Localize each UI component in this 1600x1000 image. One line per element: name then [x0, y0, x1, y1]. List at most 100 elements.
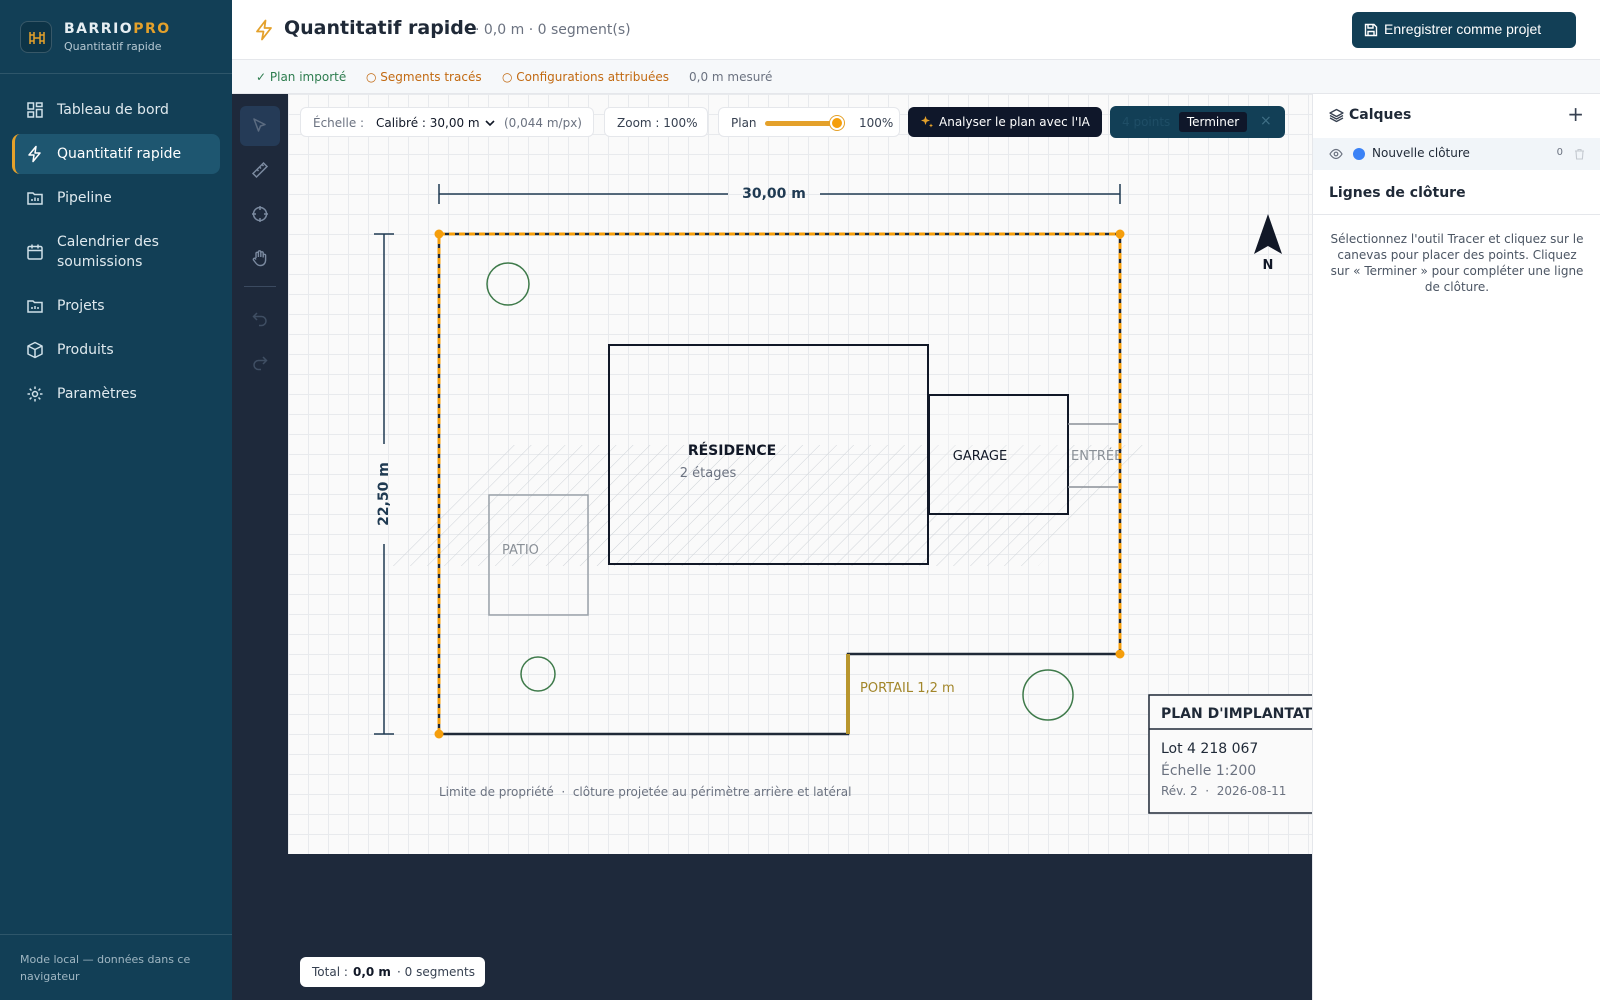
- layer-count: 0: [1556, 147, 1563, 158]
- title-block-title: PLAN D'IMPLANTATION: [1161, 706, 1312, 722]
- box-icon: [27, 341, 43, 359]
- storage-mode-note: Mode local — données dans ce navigateur: [20, 953, 191, 983]
- layer-color-swatch[interactable]: [1353, 148, 1365, 160]
- vertical-dimension: 22,50 m: [374, 233, 394, 735]
- finish-button[interactable]: Terminer: [1179, 112, 1247, 132]
- title-block: PLAN D'IMPLANTATION Lot 4 218 067 Échell…: [1148, 694, 1312, 814]
- brand-subtitle: Quantitatif rapide: [64, 40, 162, 53]
- gear-icon: [27, 386, 43, 402]
- sidebar-item-parametres[interactable]: Paramètres: [12, 374, 220, 414]
- layers-title: Calques: [1349, 107, 1412, 123]
- sidebar-item-quantitatif[interactable]: Quantitatif rapide: [12, 134, 220, 174]
- tree-icon: [486, 262, 530, 306]
- undo-button[interactable]: [240, 298, 280, 338]
- brand-name: BARRIOPRO: [64, 21, 171, 37]
- layer-name: Nouvelle clôture: [1372, 146, 1470, 160]
- divider: [1313, 214, 1600, 215]
- add-layer-button[interactable]: +: [1567, 102, 1584, 126]
- north-arrow-icon: N: [1254, 214, 1282, 273]
- tree-icon: [1022, 669, 1074, 721]
- sidebar-item-label: Pipeline: [57, 190, 112, 206]
- residence-label: RÉSIDENCE: [688, 442, 776, 459]
- plan-opacity-slider[interactable]: [765, 121, 837, 126]
- chevron-down-icon: [485, 120, 495, 127]
- sidebar-item-label: Paramètres: [57, 386, 137, 402]
- scale-select[interactable]: Calibré : 30,00 m: [376, 116, 480, 130]
- sidebar-item-pipeline[interactable]: Pipeline: [12, 178, 220, 218]
- save-button-label: Enregistrer comme projet: [1384, 21, 1542, 37]
- sparkles-icon: [921, 116, 933, 128]
- garage-label: GARAGE: [953, 449, 1007, 464]
- redo-icon: [253, 356, 268, 371]
- cursor-icon: [253, 118, 266, 132]
- bolt-icon: [256, 19, 272, 41]
- brand: BARRIOPRO Quantitatif rapide: [0, 0, 232, 74]
- analyze-ai-button[interactable]: Analyser le plan avec l'IA: [908, 107, 1102, 137]
- scale-ratio: (0,044 m/px): [504, 116, 582, 130]
- fence-point[interactable]: [1115, 229, 1125, 239]
- fence-point[interactable]: [434, 729, 444, 739]
- plan-canvas[interactable]: 30,00 m 22,50 m PATIO RÉSIDENCE 2 étages…: [288, 94, 1312, 854]
- horizontal-dimension-label: 30,00 m: [742, 186, 806, 202]
- plan-legend: Limite de propriété · clôture projetée a…: [439, 785, 851, 799]
- page-summary: · 0,0 m · 0 segment(s): [475, 22, 631, 38]
- pipeline-icon: [27, 192, 43, 205]
- sidebar-item-label: Tableau de bord: [57, 102, 169, 118]
- zoom-indicator[interactable]: Zoom : 100%: [604, 107, 708, 137]
- sidebar-item-produits[interactable]: Produits: [12, 330, 220, 370]
- scale-control[interactable]: Échelle : Calibré : 30,00 m (0,044 m/px): [300, 107, 594, 137]
- total-summary: Total : 0,0 m · 0 segments: [300, 957, 485, 987]
- measure-tool[interactable]: [240, 150, 280, 190]
- scale-label: Échelle :: [313, 116, 365, 130]
- total-label: Total :: [312, 965, 348, 979]
- step-segments-traced: ○ Segments tracés: [366, 70, 482, 84]
- page-header: Quantitatif rapide · 0,0 m · 0 segment(s…: [232, 0, 1600, 60]
- gate-label: PORTAIL 1,2 m: [860, 681, 955, 696]
- pan-tool[interactable]: [240, 238, 280, 278]
- fence-point[interactable]: [1115, 649, 1125, 659]
- sidebar-footer: Mode local — données dans ce navigateur: [0, 934, 232, 1000]
- north-label: N: [1263, 258, 1274, 273]
- select-tool[interactable]: [240, 106, 280, 146]
- total-segments: · 0 segments: [397, 965, 475, 979]
- calibrate-tool[interactable]: [240, 194, 280, 234]
- save-icon: [1364, 23, 1378, 37]
- dashboard-icon: [27, 102, 43, 118]
- eye-icon[interactable]: [1329, 148, 1343, 160]
- drawing-status: 4 points Terminer ×: [1110, 106, 1285, 138]
- residence-floors: 2 étages: [680, 466, 737, 481]
- slider-thumb[interactable]: [830, 116, 844, 130]
- title-block-lot: Lot 4 218 067: [1161, 741, 1258, 757]
- tool-strip: [232, 94, 288, 1000]
- analyze-ai-label: Analyser le plan avec l'IA: [939, 115, 1090, 129]
- total-length: 0,0 m: [353, 965, 391, 979]
- folder-icon: [27, 300, 43, 313]
- progress-steps: ✓ Plan importé ○ Segments tracés ○ Confi…: [232, 60, 1600, 94]
- sidebar-item-calendar[interactable]: Calendrier des soumissions: [12, 222, 220, 282]
- vertical-dimension-label: 22,50 m: [376, 462, 392, 526]
- patio-label: PATIO: [502, 543, 539, 558]
- sidebar: BARRIOPRO Quantitatif rapide Tableau de …: [0, 0, 232, 1000]
- sidebar-item-label: Quantitatif rapide: [57, 146, 182, 162]
- sidebar-item-label: Produits: [57, 342, 114, 358]
- fence-point[interactable]: [434, 229, 444, 239]
- plan-opacity-value: 100%: [859, 116, 894, 130]
- sidebar-item-projets[interactable]: Projets: [12, 286, 220, 326]
- redo-button[interactable]: [240, 342, 280, 382]
- hand-icon: [252, 250, 267, 267]
- fence-lines-help: Sélectionnez l'outil Tracer et cliquez s…: [1330, 232, 1584, 294]
- title-block-rev: Rév. 2 · 2026-08-11: [1161, 784, 1286, 798]
- layer-item[interactable]: Nouvelle clôture 0: [1313, 138, 1600, 170]
- bolt-icon: [28, 145, 41, 163]
- title-block-scale: Échelle 1:200: [1161, 762, 1256, 779]
- fence-lines-title: Lignes de clôture: [1329, 185, 1466, 201]
- crosshair-icon: [252, 206, 268, 222]
- cancel-drawing-button[interactable]: ×: [1260, 113, 1272, 129]
- trash-icon[interactable]: [1574, 148, 1585, 160]
- ruler-icon: [251, 161, 269, 179]
- logo-icon: [20, 21, 52, 53]
- save-project-button[interactable]: Enregistrer comme projet: [1352, 12, 1576, 48]
- sidebar-item-dashboard[interactable]: Tableau de bord: [12, 90, 220, 130]
- page-title: Quantitatif rapide: [284, 17, 477, 39]
- plan-opacity-control[interactable]: Plan 100%: [718, 107, 900, 137]
